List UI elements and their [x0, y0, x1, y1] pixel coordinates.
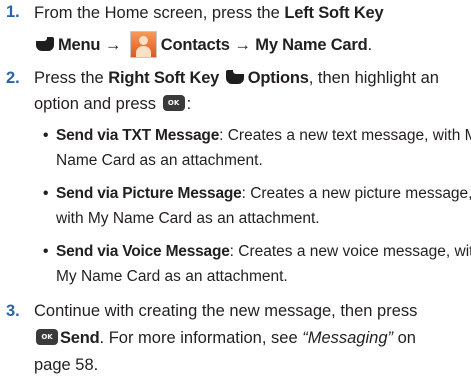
bullet-line: with My Name Card as an attachment.: [56, 206, 320, 231]
step-number: 1.: [6, 3, 20, 21]
step-line: page 58.: [34, 353, 98, 378]
step-line: From the Home screen, press the Left Sof…: [34, 1, 384, 26]
options-label: Options: [247, 69, 309, 87]
right-soft-key-icon: [225, 70, 244, 85]
messaging-link[interactable]: “Messaging”: [302, 329, 393, 347]
contacts-icon: [129, 31, 157, 58]
period: .: [367, 35, 373, 54]
step-text: , then highlight an: [308, 69, 439, 87]
bullet-line: My Name Card as an attachment.: [56, 264, 288, 289]
send-label: Send: [60, 329, 100, 347]
ok-key-icon: OK: [36, 329, 58, 346]
ok-key-icon: OK: [162, 95, 185, 112]
bullet-title: Send via Picture Message: [56, 185, 242, 202]
step-line: Menu → Contacts → My Name Card.: [34, 31, 372, 60]
ok-key-label: OK: [167, 99, 180, 108]
step-text: option and press: [34, 95, 157, 113]
step-text: From the Home screen, press the: [34, 4, 285, 22]
menu-label: Menu: [58, 35, 101, 54]
bullet-text: : Creates a new voice message, with: [229, 243, 471, 260]
step-line: option and press OK:: [34, 92, 191, 117]
left-soft-key-label: Left Soft Key: [284, 4, 384, 22]
step-number: 3.: [6, 302, 20, 320]
bullet-title: Send via Voice Message: [56, 243, 230, 260]
bullet-line: Send via Picture Message: Creates a new …: [56, 181, 471, 206]
step-line: OK Send. For more information, see “Messa…: [34, 326, 416, 351]
bullet-dot-icon: •: [43, 185, 49, 202]
step-1: 1. From the Home screen, press the Left …: [0, 0, 471, 62]
bullet-line: Name Card as an attachment.: [56, 148, 263, 173]
step-text: on: [393, 329, 416, 347]
bullet-text: Name Card as an attachment.: [56, 152, 263, 169]
my-name-card-label: My Name Card: [255, 35, 368, 54]
bullet-text: : Creates a new text message, with My: [219, 127, 471, 144]
step-text: Continue with creating the new message, …: [34, 302, 418, 320]
left-soft-key-icon: [36, 37, 54, 51]
bullet-text: with My Name Card as an attachment.: [56, 210, 320, 227]
step-2: 2. Press the Right Soft Key Options, the…: [0, 66, 471, 296]
right-soft-key-label: Right Soft Key: [108, 69, 220, 87]
bullet-text: : Creates a new picture message,: [241, 185, 471, 202]
bullet-text: My Name Card as an attachment.: [56, 268, 288, 285]
contacts-label: Contacts: [160, 35, 230, 54]
manual-page: 1. From the Home screen, press the Left …: [0, 0, 471, 387]
step-text: Press the: [34, 69, 109, 87]
step-3: 3. Continue with creating the new messag…: [0, 299, 471, 385]
arrow-icon: →: [104, 35, 122, 54]
bullet-dot-icon: •: [43, 127, 49, 144]
bullet-dot-icon: •: [43, 243, 49, 260]
bullet-title: Send via TXT Message: [56, 127, 220, 144]
arrow-icon: →: [234, 35, 251, 54]
bullet-line: Send via Voice Message: Creates a new vo…: [56, 239, 471, 264]
page-reference: page 58.: [34, 356, 99, 374]
step-number: 2.: [6, 69, 20, 87]
step-line: Press the Right Soft Key Options, then h…: [34, 66, 439, 91]
bullet-line: Send via TXT Message: Creates a new text…: [56, 123, 471, 148]
ok-key-label: OK: [41, 333, 53, 342]
step-line: Continue with creating the new message, …: [34, 299, 417, 324]
colon: :: [186, 95, 192, 113]
step-text: . For more information, see: [99, 329, 303, 347]
